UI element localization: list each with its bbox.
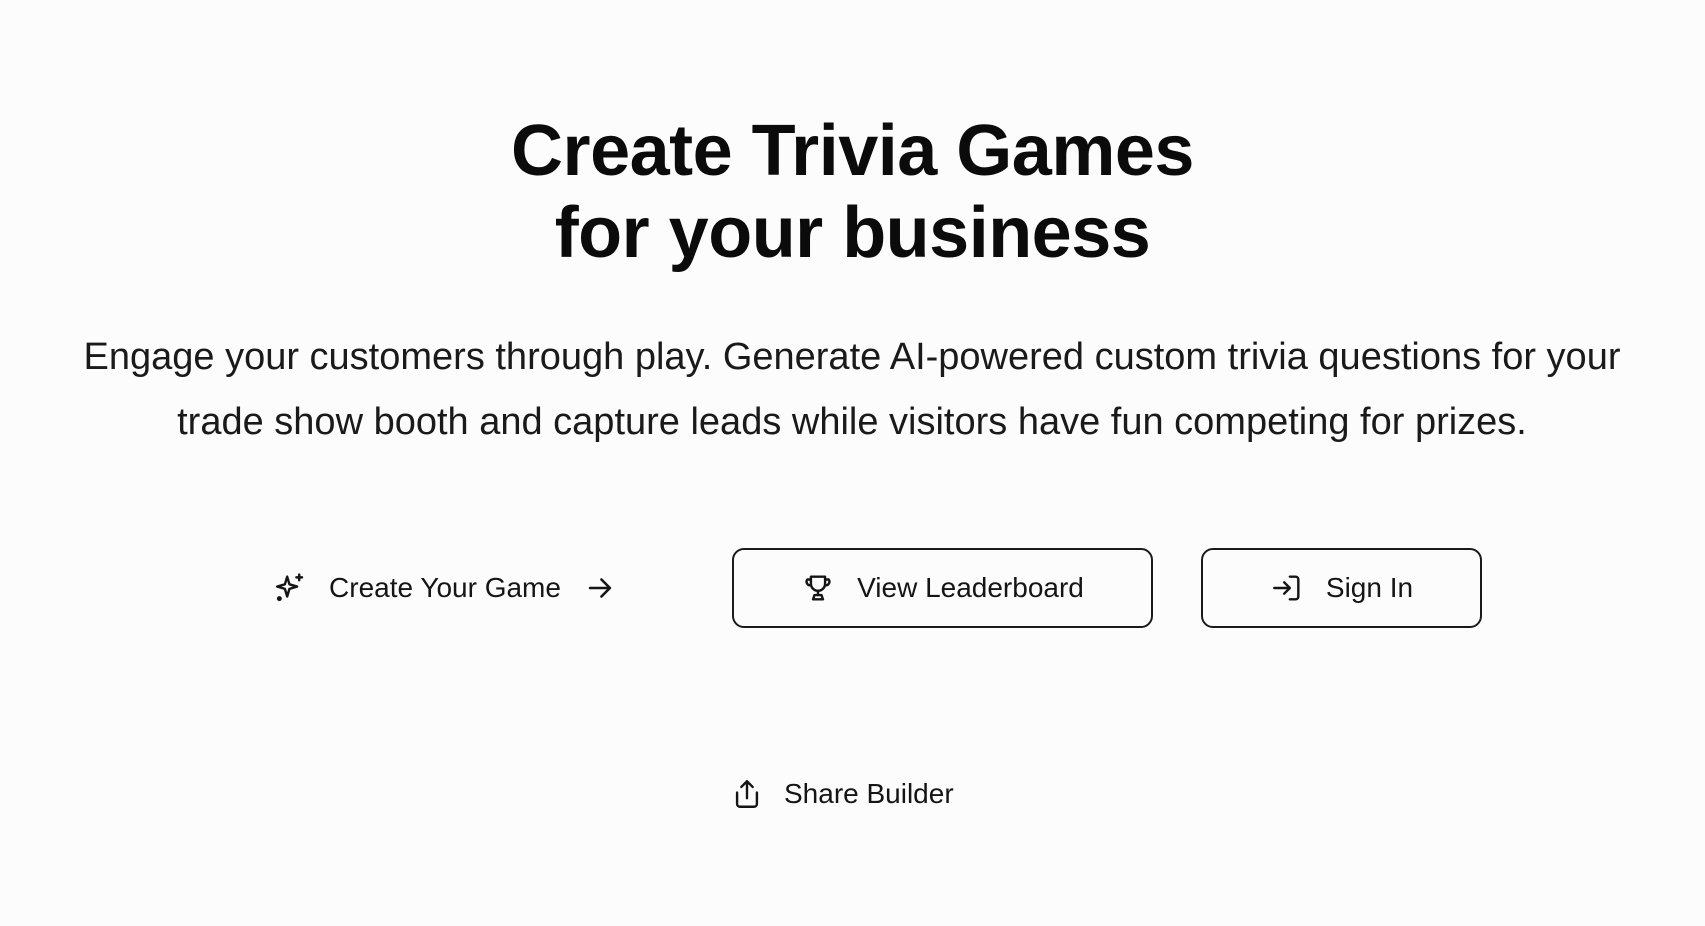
view-leaderboard-label: View Leaderboard — [857, 572, 1084, 603]
share-builder-link[interactable]: Share Builder — [730, 772, 954, 816]
hero-subtitle: Engage your customers through play. Gene… — [83, 336, 1621, 443]
share-icon — [730, 777, 764, 811]
page-title-line-1: Create Trivia Games — [511, 111, 1194, 191]
create-game-label: Create Your Game — [329, 572, 561, 603]
view-leaderboard-button[interactable]: View Leaderboard — [732, 548, 1153, 628]
trophy-icon — [801, 571, 835, 605]
landing-page: Create Trivia Games for your business En… — [0, 0, 1705, 926]
cta-row: Create Your Game View Leaderboard Sign I… — [0, 548, 1705, 628]
create-game-button[interactable]: Create Your Game — [250, 548, 640, 628]
sparkles-icon — [273, 571, 307, 605]
sign-in-button[interactable]: Sign In — [1201, 548, 1482, 628]
sign-in-label: Sign In — [1325, 572, 1414, 603]
share-builder-label: Share Builder — [784, 778, 954, 809]
sign-in-icon — [1270, 571, 1304, 605]
arrow-right-icon — [583, 571, 617, 605]
page-title: Create Trivia Games for your business — [0, 110, 1705, 274]
page-title-line-2: for your business — [554, 193, 1151, 273]
